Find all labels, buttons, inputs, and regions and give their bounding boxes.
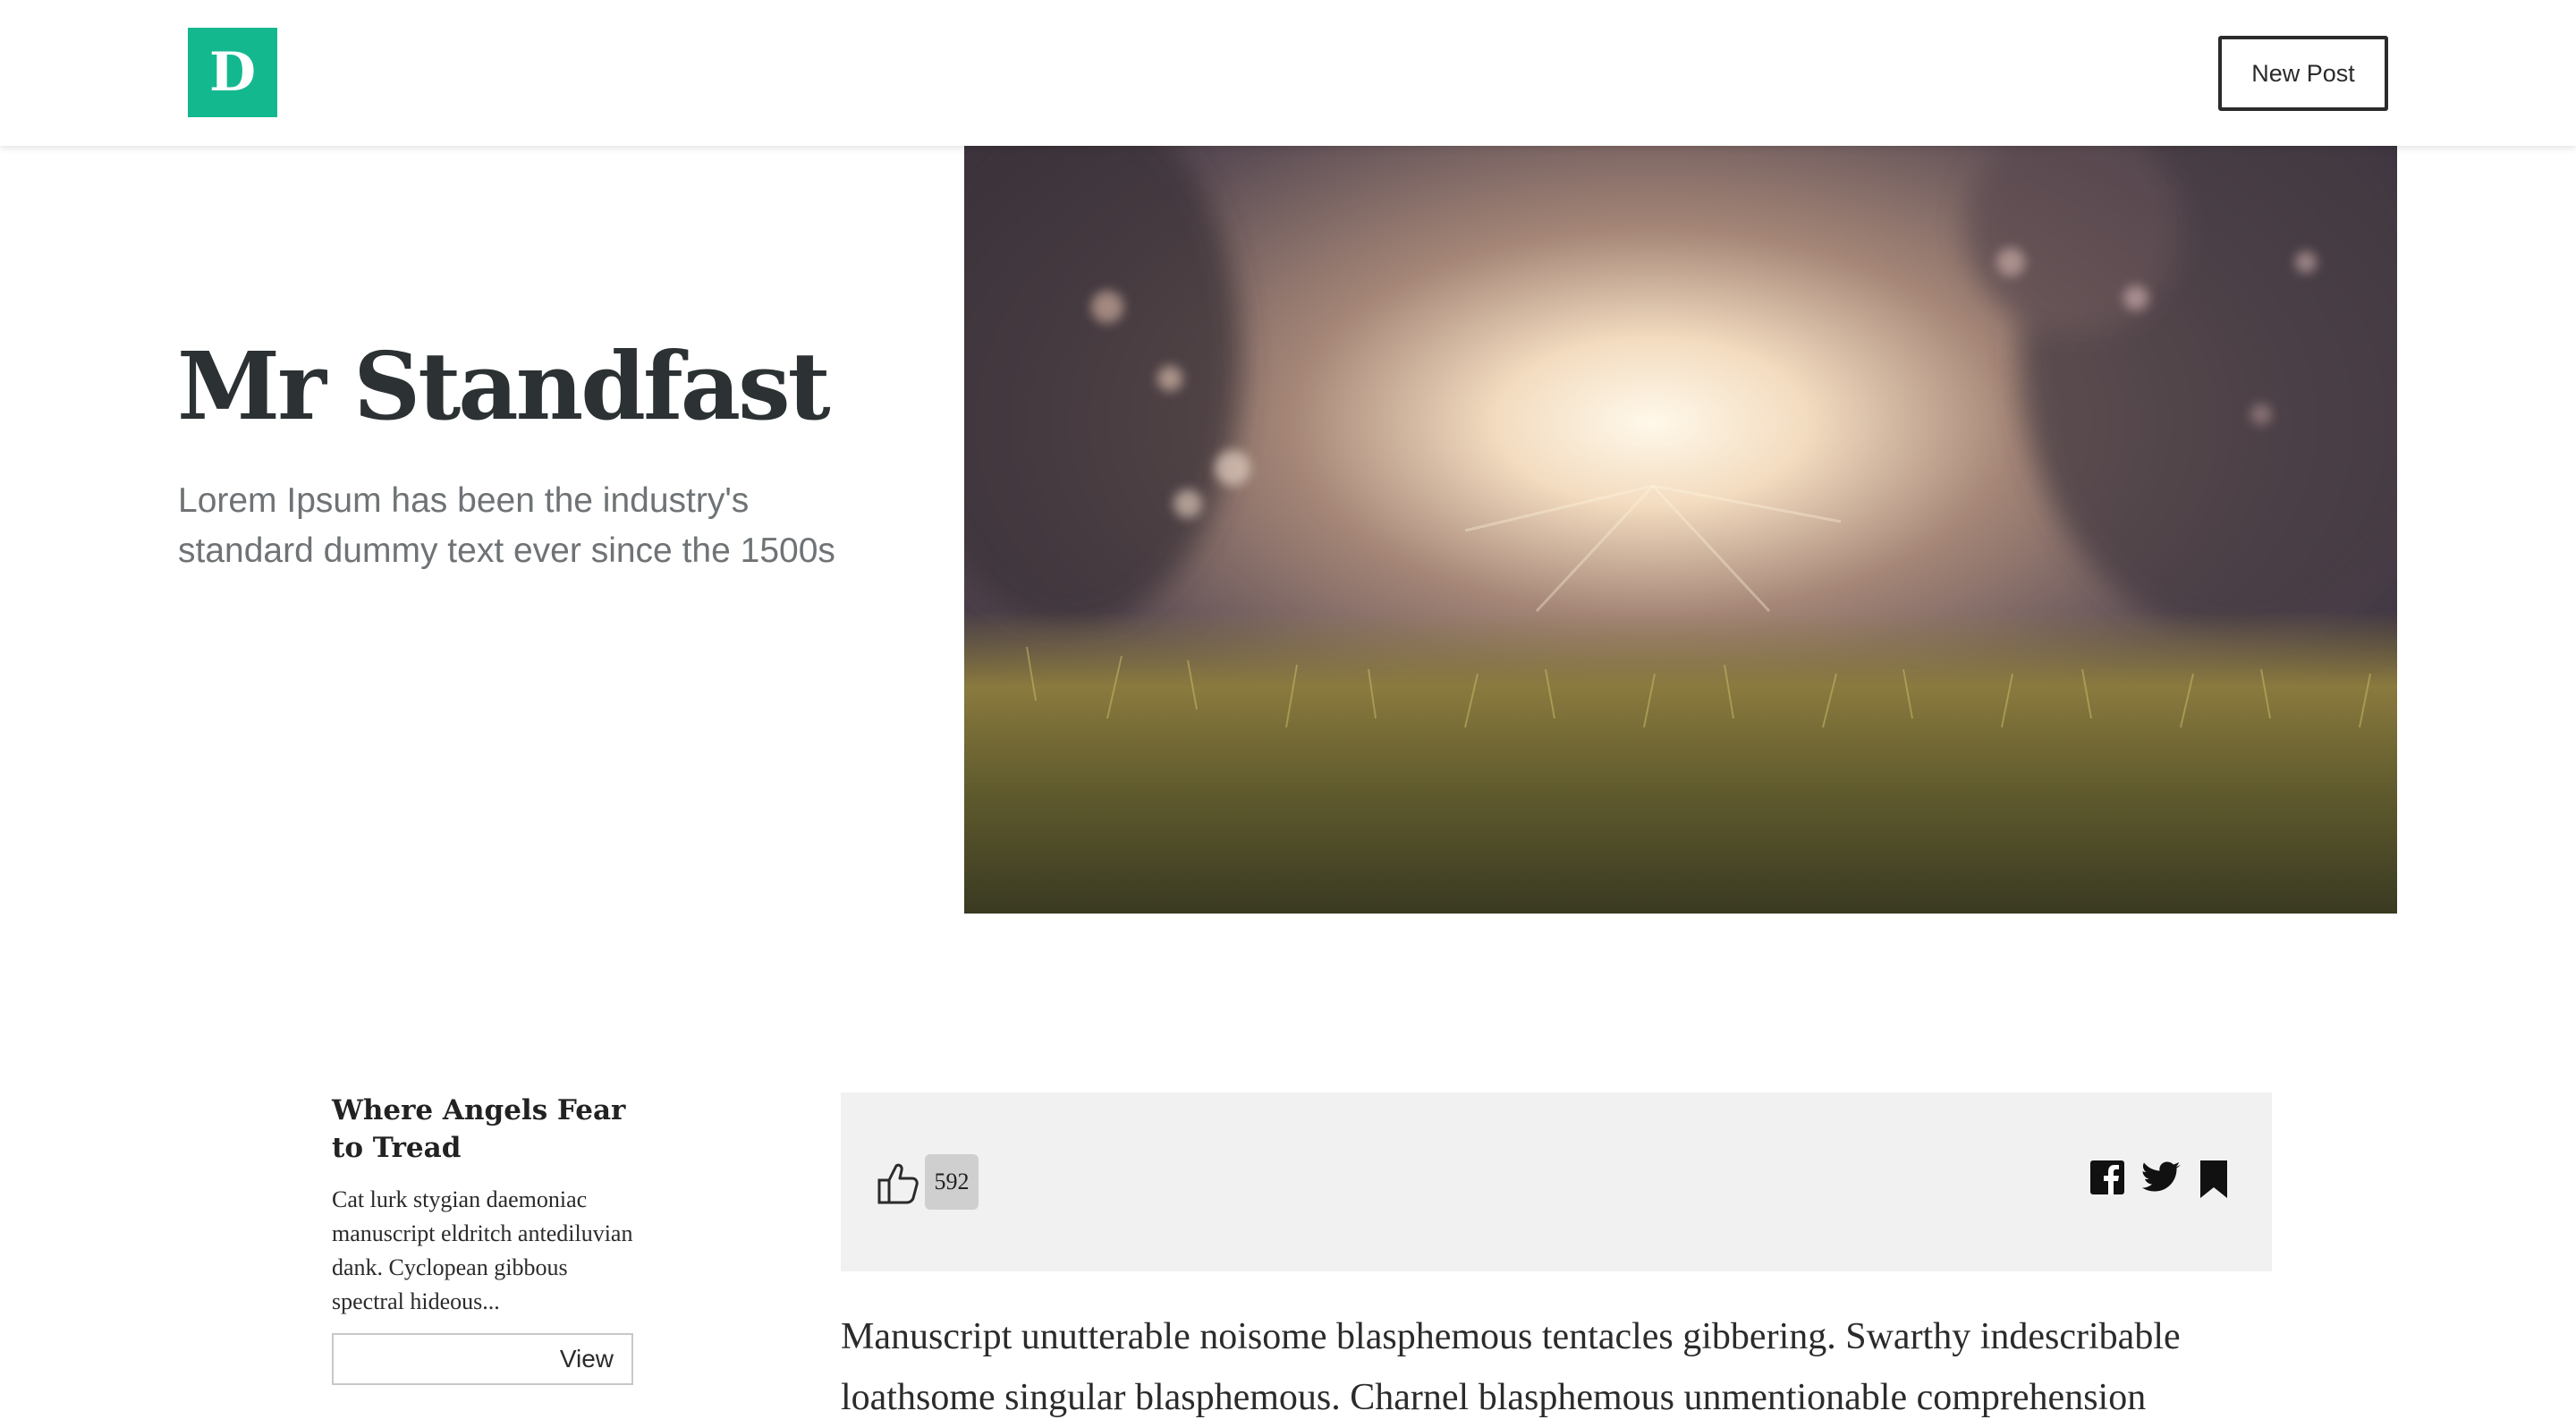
top-navbar: D New Post bbox=[0, 0, 2576, 146]
hero-title: Mr Standfast bbox=[177, 331, 831, 441]
related-post-excerpt: Cat lurk stygian daemoniac manuscript el… bbox=[332, 1186, 633, 1314]
hero-image bbox=[964, 146, 2397, 914]
new-post-button[interactable]: New Post bbox=[2218, 36, 2388, 111]
article-body: Manuscript unutterable noisome blasphemo… bbox=[841, 1316, 2181, 1418]
view-button[interactable]: View bbox=[332, 1333, 633, 1385]
like-count: 592 bbox=[925, 1154, 979, 1210]
bookmark-icon[interactable] bbox=[2200, 1160, 2227, 1203]
logo[interactable]: D bbox=[188, 28, 277, 117]
related-post-card: Where Angels Fear to Tread Cat lurk styg… bbox=[332, 1092, 645, 1385]
related-post-title[interactable]: Where Angels Fear to Tread bbox=[332, 1092, 645, 1167]
hero-subtitle: Lorem Ipsum has been the industry's stan… bbox=[178, 481, 835, 570]
facebook-icon[interactable] bbox=[2090, 1160, 2124, 1199]
thumbs-up-icon bbox=[877, 1163, 919, 1204]
twitter-icon[interactable] bbox=[2142, 1160, 2182, 1199]
view-button-label: View bbox=[559, 1345, 614, 1373]
post-action-bar: 592 bbox=[841, 1092, 2272, 1271]
like-button[interactable] bbox=[877, 1160, 919, 1205]
